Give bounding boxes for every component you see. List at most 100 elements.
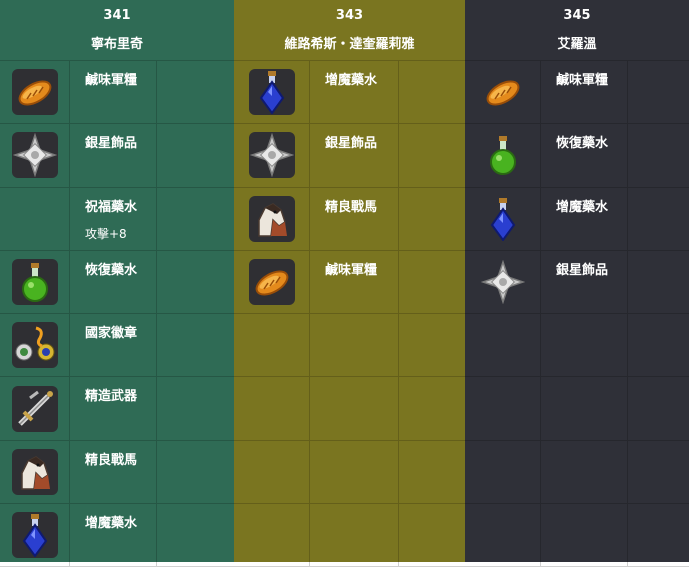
empty-cell bbox=[628, 504, 689, 566]
item-label: 鹹味軍糧 bbox=[556, 73, 609, 88]
item-name-cell: 鹹味軍糧 bbox=[310, 250, 399, 314]
bread-icon bbox=[11, 69, 58, 116]
empty-cell bbox=[399, 441, 465, 503]
item-label: 銀星飾品 bbox=[85, 136, 138, 152]
item-row: 鹹味軍糧 bbox=[234, 250, 465, 315]
item-name-cell: 鹹味軍糧 bbox=[70, 61, 157, 124]
empty-cell bbox=[157, 441, 234, 503]
item-label: 銀星飾品 bbox=[325, 136, 378, 152]
item-row: 精造武器 bbox=[0, 377, 234, 441]
item-row bbox=[234, 377, 465, 441]
horse-icon bbox=[11, 448, 58, 495]
empty-cell bbox=[399, 314, 465, 376]
empty-cell bbox=[628, 251, 689, 313]
silver-star-icon bbox=[480, 259, 526, 305]
item-label: 精良戰馬 bbox=[325, 199, 378, 215]
item-name-cell bbox=[541, 504, 628, 567]
item-name-cell: 精造武器 bbox=[70, 377, 157, 440]
bread-icon bbox=[480, 69, 526, 115]
empty-cell bbox=[628, 441, 689, 503]
item-name-cell bbox=[310, 440, 399, 504]
item-icon-cell bbox=[0, 440, 70, 504]
item-label: 精造武器 bbox=[85, 389, 138, 405]
empty-cell bbox=[399, 251, 465, 313]
item-row: 國家徽章 bbox=[0, 314, 234, 378]
item-name-cell bbox=[310, 377, 399, 440]
empty-cell bbox=[628, 377, 689, 439]
empty-cell bbox=[628, 314, 689, 376]
item-name-cell: 增魔藥水 bbox=[70, 504, 157, 567]
item-icon-cell bbox=[234, 250, 310, 314]
column-name: 艾羅溫 bbox=[557, 37, 597, 52]
horse-icon bbox=[248, 195, 295, 242]
column-header: 341 寧布里奇 bbox=[0, 0, 234, 61]
green-potion-icon bbox=[11, 259, 58, 306]
item-row bbox=[234, 504, 465, 567]
column-343: 343 維路希斯・達奎羅莉雅 增魔藥水銀星飾品精良戰馬鹹味軍糧 bbox=[234, 0, 465, 567]
item-name-cell: 祝福藥水 攻擊+8 bbox=[70, 187, 157, 250]
item-icon-cell bbox=[465, 440, 541, 504]
item-comparison-table: 341 寧布里奇 鹹味軍糧 銀星飾品 祝福藥水 攻擊+8 恢復藥水 國家徽章 精造武器 精良戰馬增… bbox=[0, 0, 689, 567]
item-row: 增魔藥水 bbox=[0, 504, 234, 567]
item-name-cell: 精良戰馬 bbox=[310, 187, 399, 250]
item-label: 鹹味軍糧 bbox=[325, 262, 378, 278]
item-row: 銀星飾品 bbox=[465, 250, 689, 315]
item-row: 增魔藥水 bbox=[465, 187, 689, 251]
item-row: 祝福藥水 攻擊+8 bbox=[0, 187, 234, 251]
column-name: 維路希斯・達奎羅莉雅 bbox=[284, 37, 415, 52]
empty-cell bbox=[157, 61, 234, 123]
item-icon-cell bbox=[234, 377, 310, 440]
empty-cell bbox=[157, 251, 234, 313]
item-icon-cell bbox=[465, 377, 541, 440]
blue-potion-icon bbox=[248, 69, 295, 116]
item-name-cell: 國家徽章 bbox=[70, 314, 157, 377]
item-name-cell: 恢復藥水 bbox=[70, 250, 157, 314]
empty-cell bbox=[399, 124, 465, 186]
weapon-icon bbox=[11, 385, 58, 432]
item-label: 國家徽章 bbox=[85, 326, 138, 342]
item-label: 銀星飾品 bbox=[556, 262, 609, 278]
item-name-cell: 增魔藥水 bbox=[310, 61, 399, 124]
empty-cell bbox=[399, 188, 465, 250]
item-row: 精良戰馬 bbox=[0, 440, 234, 505]
item-icon-cell bbox=[465, 187, 541, 250]
item-icon-cell bbox=[0, 61, 70, 124]
item-label: 增魔藥水 bbox=[556, 199, 609, 215]
item-name-cell: 精良戰馬 bbox=[70, 440, 157, 504]
item-label: 精良戰馬 bbox=[85, 452, 138, 468]
item-name-cell: 增魔藥水 bbox=[541, 187, 628, 250]
item-name-cell: 銀星飾品 bbox=[70, 124, 157, 187]
empty-cell bbox=[157, 124, 234, 186]
silver-star-icon bbox=[11, 132, 58, 179]
item-row bbox=[234, 440, 465, 505]
item-icon-cell bbox=[0, 377, 70, 440]
empty-cell bbox=[628, 124, 689, 186]
item-row bbox=[465, 314, 689, 378]
empty-cell bbox=[399, 377, 465, 439]
empty-cell bbox=[157, 377, 234, 439]
item-name-cell: 鹹味軍糧 bbox=[541, 61, 628, 124]
blue-potion-icon bbox=[11, 512, 58, 559]
item-row: 銀星飾品 bbox=[0, 124, 234, 188]
item-row: 恢復藥水 bbox=[465, 124, 689, 188]
item-icon-cell bbox=[0, 124, 70, 187]
item-name-cell: 恢復藥水 bbox=[541, 124, 628, 187]
item-row bbox=[465, 377, 689, 441]
item-row: 增魔藥水 bbox=[234, 61, 465, 125]
item-icon-cell bbox=[234, 187, 310, 250]
item-label: 鹹味軍糧 bbox=[85, 73, 138, 88]
column-header: 343 維路希斯・達奎羅莉雅 bbox=[234, 0, 465, 61]
column-id: 345 bbox=[563, 8, 591, 23]
column-345: 345 艾羅溫鹹味軍糧恢復藥水增魔藥水銀星飾品 bbox=[465, 0, 689, 567]
column-id: 341 bbox=[103, 8, 131, 23]
item-icon-cell bbox=[234, 124, 310, 187]
item-name-cell bbox=[541, 377, 628, 440]
item-row: 銀星飾品 bbox=[234, 124, 465, 188]
item-row bbox=[465, 440, 689, 505]
item-label: 增魔藥水 bbox=[85, 516, 138, 532]
item-icon-cell bbox=[465, 314, 541, 377]
empty-cell bbox=[628, 188, 689, 250]
item-row: 鹹味軍糧 bbox=[465, 61, 689, 125]
item-row bbox=[465, 504, 689, 567]
green-potion-icon bbox=[480, 132, 526, 178]
